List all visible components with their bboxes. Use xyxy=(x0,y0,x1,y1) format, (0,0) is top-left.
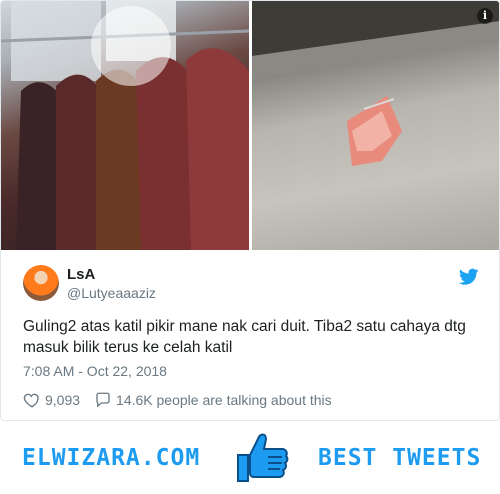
tweet-media[interactable]: i xyxy=(1,1,499,250)
photo-clothes-rack[interactable] xyxy=(1,1,249,250)
brand-label[interactable]: ELWIZARA.COM xyxy=(22,445,200,471)
photo-banknote-art xyxy=(252,1,499,166)
user-name[interactable]: LsA xyxy=(67,266,95,283)
avatar[interactable] xyxy=(23,265,59,301)
tagline-label: BEST TWEETS xyxy=(318,445,482,471)
tweet-text: Guling2 atas katil pikir mane nak cari d… xyxy=(23,318,466,356)
info-icon[interactable]: i xyxy=(477,8,493,24)
like-count[interactable]: 9,093 xyxy=(45,392,80,408)
heart-icon[interactable] xyxy=(23,391,41,409)
tweet-actions: 9,093 14.6K people are talking about thi… xyxy=(23,390,346,410)
photo-banknote-on-floor[interactable]: i xyxy=(252,1,499,250)
photo-clothes-art xyxy=(1,1,249,250)
tweet-header: LsA @Lutyeaaaziz xyxy=(23,265,483,305)
user-handle[interactable]: @Lutyeaaaziz xyxy=(67,285,156,301)
tweet-card[interactable]: i LsA @Lutyeaaaziz Guling2 atas katil pi… xyxy=(0,0,500,421)
tweet-timestamp[interactable]: 7:08 AM - Oct 22, 2018 xyxy=(23,363,167,379)
twitter-bird-icon[interactable] xyxy=(459,268,479,286)
talking-count[interactable]: 14.6K people are talking about this xyxy=(116,392,332,408)
speech-bubble-icon[interactable] xyxy=(94,391,112,409)
thumbs-up-icon xyxy=(237,433,289,482)
footer-banner: ELWIZARA.COM BEST TWEETS xyxy=(0,425,500,494)
